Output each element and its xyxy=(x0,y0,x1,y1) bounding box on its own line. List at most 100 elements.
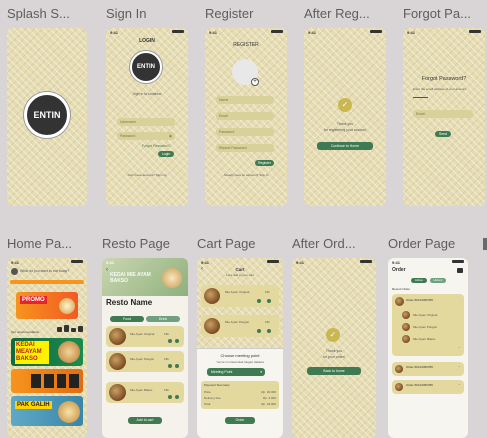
frame-title-register[interactable]: Register xyxy=(205,6,285,21)
plus-icon[interactable] xyxy=(267,299,271,303)
promo-label: PROMO xyxy=(20,296,47,304)
frame-title-sign-in[interactable]: Sign In xyxy=(106,6,186,21)
register-button[interactable]: Register xyxy=(255,160,274,166)
frame-sign-in[interactable]: 9:41 LOGIN ENTIN Sign in to continue Use… xyxy=(106,28,188,206)
frame-register[interactable]: 9:41 REGISTER + Name Email Password Repe… xyxy=(205,28,287,206)
cart-item[interactable]: Mie Ayam Original 15k xyxy=(201,285,279,307)
minus-icon[interactable] xyxy=(168,395,172,399)
frame-after-order[interactable]: 9:41 ✓ Thank you for your order! Back to… xyxy=(292,258,376,438)
meeting-sub: You're in Universitas Negeri Jakarta xyxy=(216,360,264,364)
cart-icon[interactable] xyxy=(457,268,463,273)
order-card[interactable]: Order #0123456789 ˇ xyxy=(392,362,464,376)
resto-banner-3[interactable]: PAK GALIH xyxy=(11,396,83,426)
battery-icon xyxy=(267,260,279,263)
item-name: Mie Ayam Pangsit xyxy=(130,357,154,361)
banner-1-text: KEDAI MEAYAM BAKSO xyxy=(15,341,49,364)
add-to-cart-button[interactable]: Add to cart xyxy=(128,417,162,424)
plus-icon[interactable] xyxy=(175,339,179,343)
send-button[interactable]: Send xyxy=(435,131,451,137)
back-icon[interactable]: ‹ xyxy=(106,267,108,273)
chevron-down-icon[interactable]: ˇ xyxy=(459,383,460,388)
plus-icon[interactable] xyxy=(175,364,179,368)
eye-icon[interactable]: ◉ xyxy=(169,132,172,140)
battery-icon xyxy=(360,260,372,263)
minus-icon[interactable] xyxy=(168,364,172,368)
frame-title-after-order[interactable]: After Ord... xyxy=(292,236,378,251)
frame-title-order[interactable]: Order Page xyxy=(388,236,468,251)
chevron-up-icon[interactable]: ˆ xyxy=(459,346,460,351)
plus-icon[interactable] xyxy=(267,329,271,333)
order-card-expanded[interactable]: Order #0123456789 Mie Ayam Original Mie … xyxy=(392,294,464,356)
frame-forgot-password[interactable]: 9:41 Forgot Password? Enter the email ad… xyxy=(403,28,485,206)
recommendation-title: Our recommendation xyxy=(11,330,40,334)
item-image xyxy=(109,328,126,345)
order-card[interactable]: Order #0123456789 ˇ xyxy=(392,380,464,394)
summary-fee-label: Delivery Fee xyxy=(204,396,221,400)
cart-item[interactable]: Mie Ayam Pangsit 15k xyxy=(201,315,279,337)
tab-food[interactable]: Food xyxy=(110,316,144,322)
add-photo-icon[interactable]: + xyxy=(251,78,259,86)
frame-order[interactable]: 9:41 Order Active History Recent Order O… xyxy=(388,258,468,438)
meeting-title: Choose meeting point xyxy=(220,353,260,358)
avatar[interactable] xyxy=(11,268,18,275)
check-icon: ✓ xyxy=(338,98,352,112)
menu-item[interactable]: Mie Ayam Pangsit 15k xyxy=(106,351,184,372)
promo-banner[interactable]: PROMO xyxy=(16,292,78,319)
frame-title-after-register[interactable]: After Reg... xyxy=(304,6,384,21)
frame-splash[interactable]: ENTIN xyxy=(7,28,87,206)
login-button[interactable]: Login xyxy=(158,151,174,157)
minus-icon[interactable] xyxy=(257,299,261,303)
plus-icon[interactable] xyxy=(175,395,179,399)
frame-resto[interactable]: 9:41 ‹ KEDAI MIE AYAM BAKSO Resto Name F… xyxy=(102,258,188,438)
frame-title-resto[interactable]: Resto Page xyxy=(102,236,188,251)
order-button[interactable]: Order xyxy=(225,417,255,424)
tab-drink[interactable]: Drink xyxy=(146,316,180,322)
status-time: 9:41 xyxy=(296,260,305,265)
minus-icon[interactable] xyxy=(168,339,172,343)
signin-footer[interactable]: Already have an account? Sign In xyxy=(205,173,287,177)
frame-title-home[interactable]: Home Pa... xyxy=(7,236,87,251)
resto-banner-1[interactable]: KEDAI MEAYAM BAKSO xyxy=(11,338,83,366)
signup-footer[interactable]: Don't have account? Sign Up xyxy=(106,173,188,177)
item-price: 15k xyxy=(265,320,270,324)
status-time: 9:41 xyxy=(201,260,210,265)
repeat-password-field[interactable]: Repeat Password xyxy=(216,144,274,152)
forgot-heading: Forgot Password? xyxy=(421,76,467,82)
frame-after-register[interactable]: 9:41 ✓ Thank you for registering your ac… xyxy=(304,28,386,206)
category-icons[interactable] xyxy=(57,324,83,332)
resto-banner-2[interactable] xyxy=(11,369,83,393)
frame-home[interactable]: 9:41 What do you want to eat today? PROM… xyxy=(7,258,87,438)
tab-history[interactable]: History xyxy=(430,278,446,283)
meeting-point-select[interactable]: Meeting Point ▾ xyxy=(207,368,265,376)
frame-title-forgot[interactable]: Forgot Pa... xyxy=(403,6,487,21)
forgot-desc: Enter the email address of your account xyxy=(413,87,467,91)
frame-title-cart[interactable]: Cart Page xyxy=(197,236,283,251)
item-price: 15k xyxy=(164,332,169,336)
status-time: 9:41 xyxy=(110,30,119,35)
item-price: 15k xyxy=(164,388,169,392)
password-field[interactable]: Password ◉ xyxy=(117,132,175,140)
menu-item[interactable]: Mie Ayam Bakso 15k xyxy=(106,382,184,403)
hero-text: KEDAI MIE AYAM BAKSO xyxy=(110,272,151,284)
username-field[interactable]: Username xyxy=(117,118,175,126)
email-field[interactable]: Email xyxy=(216,112,274,120)
summary-price-label: Price xyxy=(204,390,211,394)
menu-item[interactable]: Mie Ayam Original 15k xyxy=(106,326,184,347)
email-field[interactable]: Email xyxy=(413,110,473,118)
continue-home-button[interactable]: Continue to Home xyxy=(317,142,373,150)
chevron-down-icon[interactable]: ˇ xyxy=(459,365,460,370)
name-field[interactable]: Name xyxy=(216,96,274,104)
frame-cart[interactable]: 9:41 ‹ Cart Let's add to your cart Mie A… xyxy=(197,258,283,438)
battery-icon xyxy=(172,30,184,33)
battery-icon xyxy=(469,30,481,33)
back-home-button[interactable]: Back to home xyxy=(307,367,361,375)
forgot-password-link[interactable]: Forgot Password? xyxy=(142,144,170,148)
item-price: 15k xyxy=(265,290,270,294)
minus-icon[interactable] xyxy=(257,329,261,333)
item-image xyxy=(402,311,410,319)
frame-title-overflow xyxy=(483,238,487,250)
tab-active[interactable]: Active xyxy=(411,278,427,283)
recent-order-title: Recent Order xyxy=(392,287,411,291)
frame-title-splash[interactable]: Splash S... xyxy=(7,6,87,21)
password-field[interactable]: Password xyxy=(216,128,274,136)
